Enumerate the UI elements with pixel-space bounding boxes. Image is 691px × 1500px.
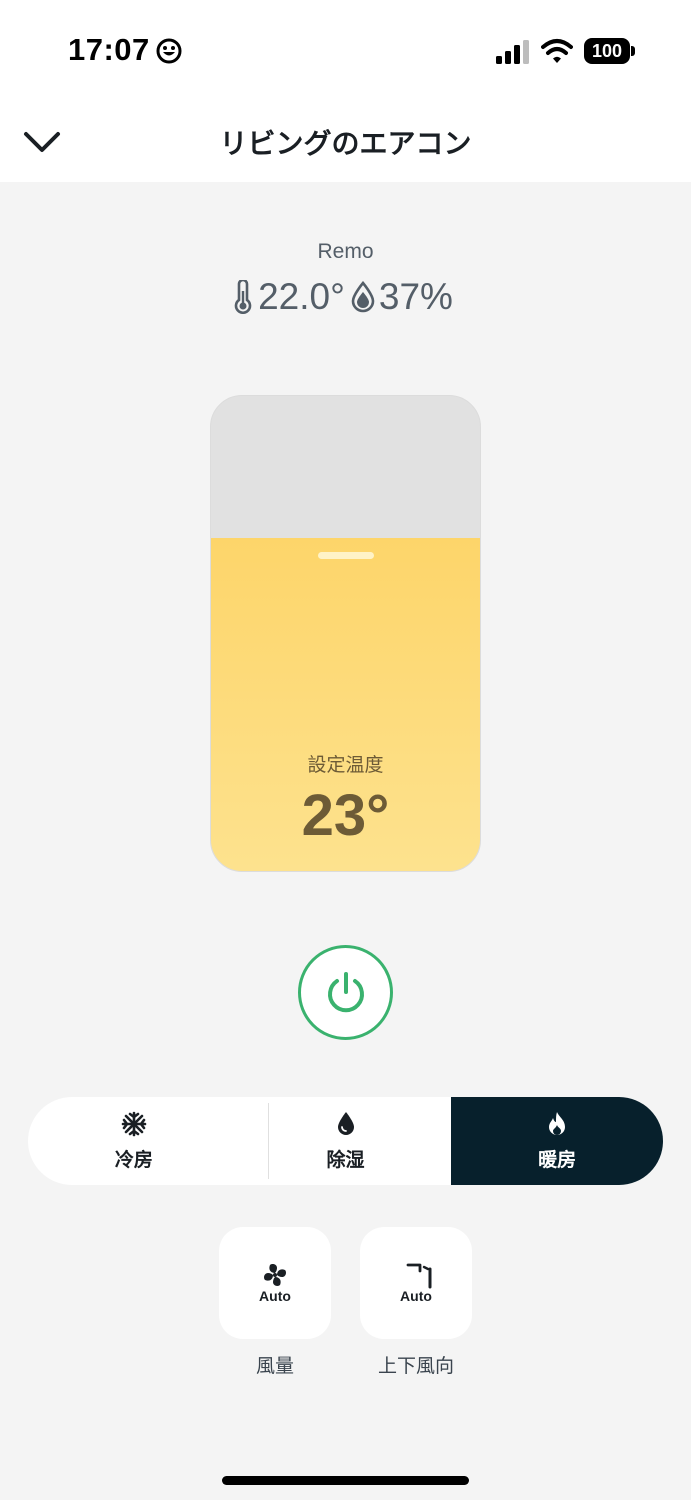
smiley-face-icon (156, 38, 182, 64)
battery-tip (631, 46, 635, 56)
vertical-swing-icon (406, 1263, 432, 1289)
mode-dry-button[interactable]: 除湿 (240, 1097, 452, 1185)
mode-heat-button[interactable]: 暖房 (451, 1097, 663, 1185)
home-indicator (222, 1476, 469, 1485)
mode-cool-label: 冷房 (114, 1149, 153, 1171)
snowflake-icon (121, 1111, 147, 1136)
nav-bar: リビングのエアコン (0, 100, 691, 182)
fan-speed-label: 風量 (255, 1356, 294, 1377)
fan-speed-button[interactable]: Auto (219, 1227, 331, 1339)
room-temperature: 22.0° (258, 276, 345, 317)
thermometer-icon (234, 280, 252, 314)
droplet-icon (337, 1111, 354, 1135)
mode-dry-label: 除湿 (326, 1149, 365, 1171)
temperature-fill: 設定温度 23° (211, 538, 480, 871)
fan-icon (264, 1264, 286, 1286)
flame-icon (549, 1111, 566, 1135)
mode-divider (268, 1103, 269, 1179)
setpoint-value: 23° (301, 783, 390, 848)
power-button[interactable] (298, 945, 393, 1040)
sensor-readings: 22.0° 37% (0, 276, 691, 318)
device-name: Remo (317, 240, 374, 263)
mode-selector: 冷房 除湿 暖房 (28, 1097, 663, 1185)
vertical-swing-value: Auto (400, 1288, 432, 1304)
fan-speed-value: Auto (259, 1288, 291, 1304)
slider-handle[interactable] (318, 552, 374, 559)
status-bar: 17:07 100 (0, 0, 691, 100)
battery-level: 100 (591, 40, 623, 61)
battery-indicator: 100 (584, 38, 630, 64)
wifi-icon (541, 39, 573, 63)
temperature-slider[interactable]: 設定温度 23° (210, 395, 481, 872)
mode-heat-label: 暖房 (538, 1149, 577, 1171)
status-time: 17:07 (68, 32, 150, 67)
vertical-swing-label: 上下風向 (377, 1356, 454, 1377)
room-humidity: 37% (378, 276, 453, 317)
page-title: リビングのエアコン (219, 128, 472, 159)
power-icon (327, 971, 364, 1012)
cellular-signal-icon (496, 40, 529, 64)
vertical-swing-button[interactable]: Auto (360, 1227, 472, 1339)
humidity-drop-icon (351, 281, 375, 313)
setpoint-label: 設定温度 (307, 755, 384, 776)
mode-cool-button[interactable]: 冷房 (28, 1097, 240, 1185)
